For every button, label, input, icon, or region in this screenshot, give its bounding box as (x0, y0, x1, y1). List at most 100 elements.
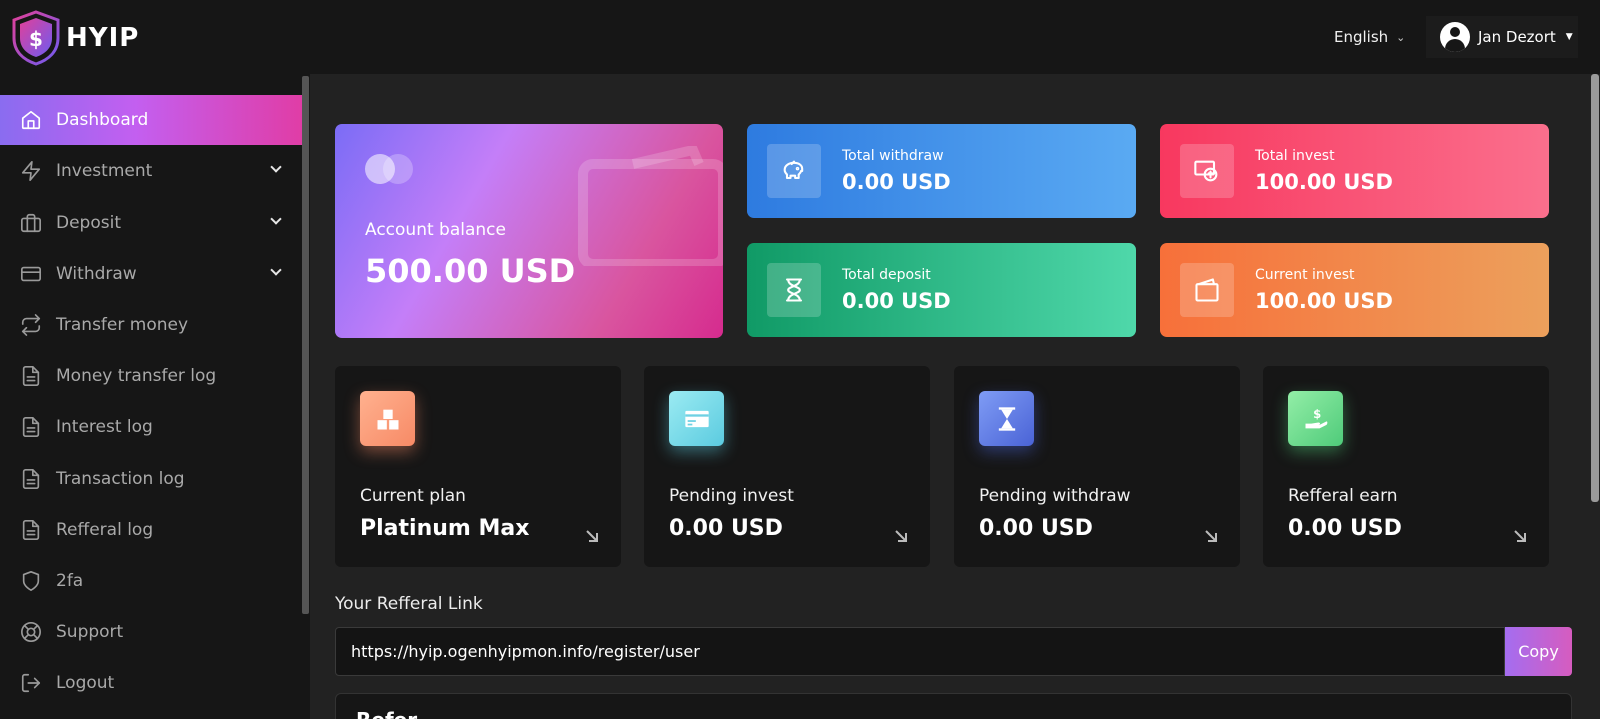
sidebar-item-label: Logout (56, 673, 115, 693)
language-selector[interactable]: English ⌄ (1334, 28, 1405, 46)
card-icon (669, 391, 724, 446)
svg-text:$: $ (29, 27, 43, 51)
stat-label: Total invest (1255, 148, 1335, 164)
sidebar-item-label: Refferal log (56, 520, 154, 540)
sidebar-item-support[interactable]: Support (0, 607, 302, 657)
sidebar-item-label: Withdraw (56, 264, 137, 284)
referral-link-title: Your Refferal Link (335, 594, 483, 614)
card-value: 0.00 USD (1288, 516, 1402, 541)
arrow-down-right-icon[interactable] (1204, 528, 1218, 542)
arrow-down-right-icon[interactable] (585, 528, 599, 542)
page-scrollbar[interactable] (1591, 74, 1599, 502)
current-plan-card: Current plan Platinum Max (335, 366, 621, 567)
arrow-down-right-icon[interactable] (894, 528, 908, 542)
sidebar-item-interest-log[interactable]: Interest log (0, 402, 302, 452)
life-buoy-icon (20, 621, 42, 643)
briefcase-icon (20, 212, 42, 234)
stat-label: Total deposit (842, 267, 931, 283)
log-out-icon (20, 672, 42, 694)
shield-dollar-logo-icon: $ (12, 10, 60, 66)
stat-label: Total withdraw (842, 148, 944, 164)
sidebar-item-label: Dashboard (56, 110, 149, 130)
sidebar-item-label: Support (56, 622, 124, 642)
hourglass-icon (979, 391, 1034, 446)
sidebar-item-label: Interest log (56, 417, 153, 437)
sidebar-item-transaction-log[interactable]: Transaction log (0, 454, 302, 504)
file-text-icon (20, 365, 42, 387)
card-value: 0.00 USD (669, 516, 783, 541)
total-invest-card: Total invest 100.00 USD (1160, 124, 1549, 218)
arrow-down-right-icon[interactable] (1513, 528, 1527, 542)
chevron-down-icon (270, 161, 282, 173)
sidebar-item-transfer-money[interactable]: Transfer money (0, 300, 302, 350)
pending-withdraw-card: Pending withdraw 0.00 USD (954, 366, 1240, 567)
card-value: Platinum Max (360, 516, 530, 541)
svg-text:$: $ (1313, 406, 1321, 420)
language-label: English (1334, 28, 1389, 46)
avatar (1440, 22, 1470, 52)
card-label: Pending invest (669, 486, 794, 506)
sidebar-item-label: Money transfer log (56, 366, 217, 386)
sidebar-item-investment[interactable]: Investment (0, 146, 302, 196)
hand-dollar-icon: $ (1288, 391, 1343, 446)
sidebar-item-money-transfer-log[interactable]: Money transfer log (0, 351, 302, 401)
stat-value: 100.00 USD (1255, 170, 1393, 194)
account-balance-card: Account balance 500.00 USD (335, 124, 723, 338)
user-name: Jan Dezort (1478, 28, 1556, 46)
sidebar-item-withdraw[interactable]: Withdraw (0, 249, 302, 299)
stat-value: 100.00 USD (1255, 289, 1393, 313)
shield-icon (20, 570, 42, 592)
file-text-icon (20, 468, 42, 490)
file-text-icon (20, 519, 42, 541)
brand-name: HYIP (66, 23, 140, 53)
card-label: Current plan (360, 486, 466, 506)
top-header: $ HYIP English ⌄ Jan Dezort ▼ (0, 0, 1600, 74)
sidebar-item-refferal-log[interactable]: Refferal log (0, 505, 302, 555)
balance-value: 500.00 USD (365, 252, 576, 290)
caret-down-icon: ▼ (1565, 32, 1573, 42)
sidebar-item-dashboard[interactable]: Dashboard (0, 95, 302, 145)
repeat-icon (20, 314, 42, 336)
hourglass-icon (767, 263, 821, 317)
file-text-icon (20, 416, 42, 438)
chevron-down-icon (270, 213, 282, 225)
chevron-down-icon (270, 264, 282, 276)
sidebar-item-deposit[interactable]: Deposit (0, 198, 302, 248)
refferal-earn-card: $ Refferal earn 0.00 USD (1263, 366, 1549, 567)
referral-link-input[interactable] (335, 627, 1505, 676)
boxes-icon (360, 391, 415, 446)
total-withdraw-card: Total withdraw 0.00 USD (747, 124, 1136, 218)
sidebar-item-label: Transfer money (56, 315, 189, 335)
copy-button[interactable]: Copy (1505, 627, 1572, 676)
stat-value: 0.00 USD (842, 289, 951, 313)
sidebar-item-label: Deposit (56, 213, 121, 233)
stat-label: Current invest (1255, 267, 1355, 283)
current-invest-card: Current invest 100.00 USD (1160, 243, 1549, 337)
piggy-bank-icon (767, 144, 821, 198)
total-deposit-card: Total deposit 0.00 USD (747, 243, 1136, 337)
money-icon (1180, 144, 1234, 198)
referral-panel: Refer… (335, 693, 1572, 719)
chevron-down-icon: ⌄ (1396, 30, 1406, 44)
sidebar-item-label: Transaction log (56, 469, 185, 489)
pending-invest-card: Pending invest 0.00 USD (644, 366, 930, 567)
bolt-icon (20, 160, 42, 182)
brand-logo[interactable]: $ HYIP (10, 10, 139, 66)
stat-value: 0.00 USD (842, 170, 951, 194)
wallet-watermark-icon (578, 146, 723, 266)
home-icon (20, 109, 42, 131)
sidebar-scrollbar[interactable] (302, 76, 309, 614)
sidebar-item-label: Investment (56, 161, 153, 181)
balance-label: Account balance (365, 220, 506, 240)
card-label: Pending withdraw (979, 486, 1131, 506)
panel-title: Refer… (356, 708, 437, 719)
sidebar-item-logout[interactable]: Logout (0, 658, 302, 708)
card-label: Refferal earn (1288, 486, 1398, 506)
wallet-icon (1180, 263, 1234, 317)
credit-card-icon (20, 263, 42, 285)
sidebar-item-label: 2fa (56, 571, 84, 591)
user-menu[interactable]: Jan Dezort ▼ (1426, 16, 1578, 58)
card-value: 0.00 USD (979, 516, 1093, 541)
card-chip-icon (365, 154, 413, 184)
sidebar-item-2fa[interactable]: 2fa (0, 556, 302, 606)
